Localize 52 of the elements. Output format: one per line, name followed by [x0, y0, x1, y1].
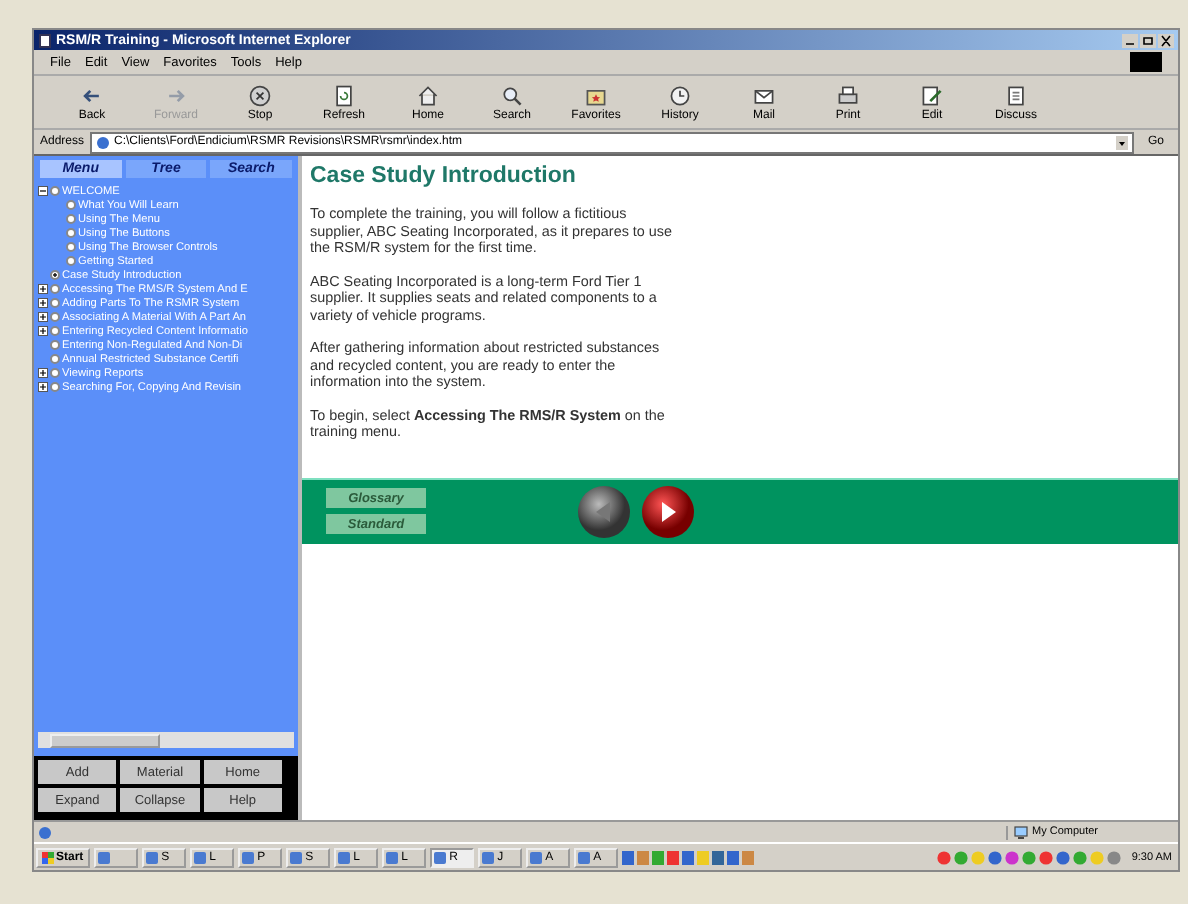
clock-icon [668, 83, 692, 107]
house-icon [416, 83, 440, 107]
app-icon [97, 851, 110, 863]
expand-box-icon[interactable] [38, 368, 48, 378]
play-round-button[interactable] [640, 483, 696, 539]
radio-button[interactable] [50, 368, 60, 378]
expand-box-icon[interactable] [38, 298, 48, 308]
expand-box-icon[interactable] [38, 326, 48, 336]
app-icon [481, 851, 494, 863]
radio-button[interactable] [50, 312, 60, 322]
pencil-icon [920, 83, 944, 107]
radio-button[interactable] [66, 228, 76, 238]
expand-box-icon[interactable] [38, 382, 48, 392]
stop-icon [248, 83, 272, 107]
expand-box-icon[interactable] [38, 312, 48, 322]
radio-button[interactable] [50, 270, 60, 280]
radio-button[interactable] [66, 256, 76, 266]
radio-button[interactable] [50, 186, 60, 196]
collapse-box-icon[interactable] [38, 186, 48, 196]
radio-button[interactable] [50, 354, 60, 364]
refresh-icon [332, 83, 356, 107]
flag-icon [42, 851, 54, 863]
globe-icon [96, 135, 111, 149]
expand-box-icon[interactable] [38, 284, 48, 294]
app-icon [577, 851, 590, 863]
page-title: Case Study Introduction [310, 164, 578, 188]
app-icon [241, 851, 254, 863]
radio-button[interactable] [50, 326, 60, 336]
dropdown-arrow-icon[interactable] [1115, 135, 1128, 149]
radio-button[interactable] [50, 340, 60, 350]
app-icon [193, 851, 206, 863]
radio-button[interactable] [66, 200, 76, 210]
radio-button[interactable] [50, 382, 60, 392]
taskbar-button[interactable] [93, 847, 138, 867]
radio-button[interactable] [66, 242, 76, 252]
window-controls-icon[interactable] [1122, 33, 1174, 47]
app-icon [337, 851, 350, 863]
horizontal-scrollbar[interactable] [38, 732, 294, 748]
app-icon [145, 851, 158, 863]
app-icon [433, 851, 446, 863]
radio-button[interactable] [50, 284, 60, 294]
radio-button[interactable] [50, 298, 60, 308]
printer-icon [836, 83, 860, 107]
app-icon [385, 851, 398, 863]
page-icon [38, 33, 52, 47]
computer-icon [1014, 825, 1028, 839]
radio-button[interactable] [66, 214, 76, 224]
app-icon [289, 851, 302, 863]
page-icon [1004, 83, 1028, 107]
search-icon [500, 83, 524, 107]
globe-icon [38, 825, 52, 839]
app-icon [529, 851, 542, 863]
